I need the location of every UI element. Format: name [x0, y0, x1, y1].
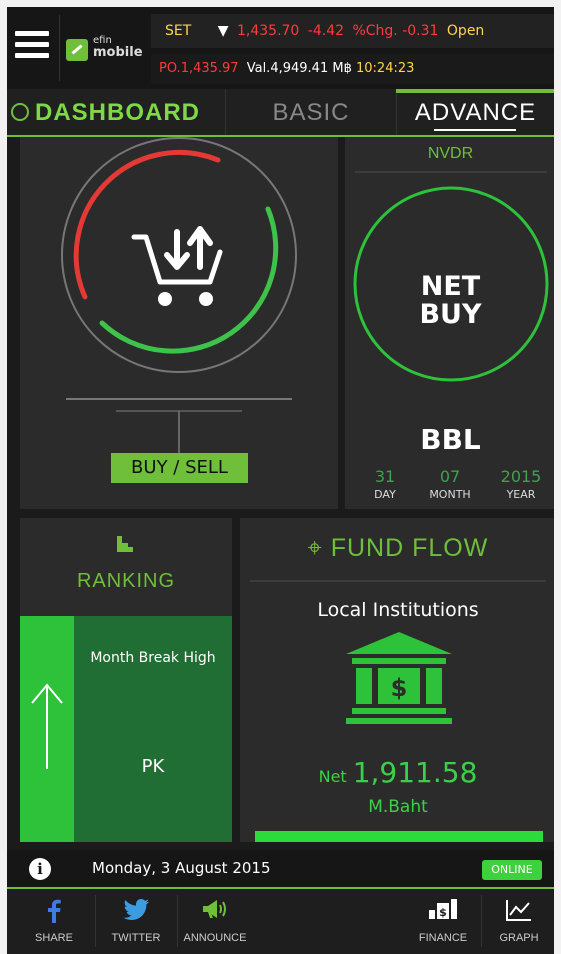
ranking-icon — [117, 536, 133, 552]
nav-announce-label: ANNOUNCE — [183, 932, 247, 944]
net-buy-line1: NET — [420, 271, 481, 302]
active-tab-underline — [434, 129, 516, 131]
fund-flow-investor-type: Local Institutions — [317, 599, 479, 621]
fund-flow-title-text: FUND FLOW — [330, 534, 489, 562]
ranking-title: RANKING — [76, 570, 176, 592]
tab-dashboard[interactable]: DASHBOARD — [7, 89, 225, 137]
nav-share-label: SHARE — [35, 932, 73, 944]
svg-text:$: $ — [439, 906, 447, 919]
net-value: 1,911.58 — [352, 756, 478, 789]
index-price: 1,435.70 — [236, 23, 300, 39]
fund-flow-net: Net 1,911.58 — [240, 756, 554, 789]
open-label: Open — [446, 23, 485, 39]
app-logo: efin mobile — [66, 35, 154, 63]
buy-sell-button[interactable]: BUY / SELL — [111, 453, 248, 483]
tab-advance-label: ADVANCE — [414, 99, 537, 126]
divider — [177, 895, 178, 947]
app-screen: efin mobile SET ▼ 1,435.70 -4.42 %Chg. -… — [7, 7, 554, 954]
bank-icon: $ — [346, 632, 452, 724]
fund-flow-unit: M.Baht — [368, 797, 428, 817]
nav-finance-label: FINANCE — [418, 932, 468, 944]
buy-sell-panel[interactable]: BUY / SELL — [20, 137, 338, 509]
facebook-icon — [48, 899, 61, 923]
divider — [95, 895, 96, 947]
megaphone-icon — [203, 900, 226, 918]
tab-basic-label: BASIC — [272, 99, 350, 126]
active-tab-indicator — [396, 89, 554, 93]
divider — [59, 15, 60, 81]
index-change: -4.42 — [307, 23, 345, 39]
market-ticker-row1[interactable]: SET ▼ 1,435.70 -4.42 %Chg. -0.31 Open — [151, 14, 554, 48]
nav-graph[interactable]: GRAPH — [487, 889, 551, 954]
nav-twitter-label: TWITTER — [111, 932, 161, 944]
ranking-panel[interactable]: RANKING Month Break High PK — [20, 518, 232, 842]
fund-flow-icon: ⌖ — [307, 534, 331, 562]
net-buy-status: NET BUY — [345, 273, 554, 329]
online-badge: ONLINE — [482, 860, 542, 880]
po-price: 1,435.97 — [180, 61, 239, 76]
market-ticker-row2[interactable]: PO.1,435.97 Val.4,949.41 M฿ 10:24:23 — [151, 54, 554, 84]
svg-text:$: $ — [391, 674, 408, 702]
ranking-symbol: PK — [141, 756, 165, 777]
ranking-header: RANKING — [20, 518, 232, 616]
date-day: 31 DAY — [350, 467, 420, 501]
pct-change-label: %Chg. — [352, 23, 398, 39]
top-bar: efin mobile SET ▼ 1,435.70 -4.42 %Chg. -… — [7, 7, 554, 89]
tab-dashboard-label: DASHBOARD — [35, 99, 200, 126]
po-label: PO. — [159, 61, 181, 76]
year-value: 2015 — [500, 467, 542, 486]
net-buy-line2: BUY — [419, 299, 482, 330]
month-label: MONTH — [429, 488, 471, 501]
nav-graph-label: GRAPH — [499, 932, 539, 944]
value-label: Val. — [246, 61, 271, 76]
status-bar: i Monday, 3 August 2015 ONLINE — [7, 850, 554, 888]
year-label: YEAR — [506, 488, 536, 501]
ranking-description: Month Break High — [90, 650, 216, 666]
day-label: DAY — [374, 488, 396, 501]
down-arrow-icon: ▼ — [217, 23, 229, 39]
date-month: 07 MONTH — [415, 467, 485, 501]
nav-announce[interactable]: ANNOUNCE — [179, 889, 251, 954]
value-unit: M฿ — [332, 61, 352, 76]
value-amount: 4,949.41 — [270, 61, 329, 76]
divider — [481, 895, 482, 947]
nvdr-panel[interactable]: NVDR NET BUY BBL 31 DAY 07 MONTH 2015 YE… — [345, 137, 554, 509]
nvdr-symbol: BBL — [420, 423, 481, 456]
bottom-nav: SHARE TWITTER ANNOUNCE $ FINANCE GRAPH — [7, 889, 554, 954]
fund-flow-panel[interactable]: ⌖ FUND FLOW Local Institutions $ Net 1,91… — [240, 518, 554, 842]
divider — [250, 580, 546, 582]
net-label: Net — [318, 767, 347, 786]
line-graph-icon — [506, 900, 531, 921]
index-name: SET — [165, 23, 192, 39]
finance-icon: $ — [429, 899, 457, 919]
nav-twitter[interactable]: TWITTER — [101, 889, 171, 954]
fund-flow-title: ⌖ FUND FLOW — [240, 534, 554, 563]
info-icon[interactable]: i — [29, 858, 51, 880]
day-value: 31 — [374, 467, 396, 486]
date-year: 2015 YEAR — [486, 467, 554, 501]
fund-flow-bar — [255, 831, 543, 842]
pct-change: -0.31 — [402, 23, 439, 39]
dashboard-icon — [11, 103, 29, 121]
twitter-icon — [123, 899, 149, 920]
ranking-content: Month Break High PK — [74, 616, 232, 842]
month-value: 07 — [439, 467, 461, 486]
logo-text-bottom: mobile — [93, 45, 143, 60]
status-date: Monday, 3 August 2015 — [92, 859, 271, 877]
nav-finance[interactable]: $ FINANCE — [412, 889, 474, 954]
menu-icon[interactable] — [15, 31, 49, 59]
up-arrow-icon — [31, 683, 63, 769]
logo-icon — [66, 39, 88, 61]
nav-share[interactable]: SHARE — [19, 889, 89, 954]
tab-basic[interactable]: BASIC — [225, 89, 396, 137]
ticker-time: 10:24:23 — [356, 61, 415, 76]
